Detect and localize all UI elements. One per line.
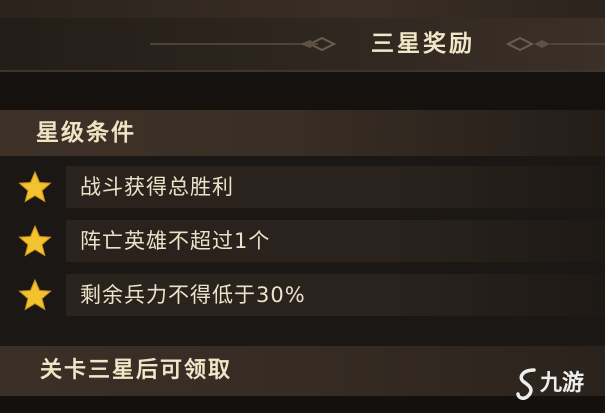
star-icon [18, 278, 52, 311]
top-band [0, 0, 605, 18]
conditions-title: 星级条件 [36, 120, 136, 146]
star-icon [18, 170, 52, 203]
watermark-swirl-icon [516, 368, 536, 400]
condition-label: 阵亡英雄不超过1个 [80, 229, 271, 253]
claim-hint-text: 关卡三星后可领取 [40, 358, 233, 383]
watermark-text: 九游 [540, 371, 585, 396]
condition-row: 阵亡英雄不超过1个 [0, 218, 605, 264]
condition-label: 战斗获得总胜利 [80, 175, 234, 199]
star-icon [18, 224, 52, 257]
reward-title: 三星奖励 [371, 31, 475, 57]
reward-header: 三星奖励 [0, 18, 605, 70]
watermark-logo: 九游 [512, 362, 602, 406]
header-ornament-icon [150, 36, 605, 52]
condition-label: 剩余兵力不得低于30% [80, 283, 306, 307]
condition-row: 剩余兵力不得低于30% [0, 272, 605, 318]
condition-cell: 剩余兵力不得低于30% [66, 274, 605, 316]
condition-row: 战斗获得总胜利 [0, 164, 605, 210]
spacer [0, 72, 605, 110]
condition-cell: 阵亡英雄不超过1个 [66, 220, 605, 262]
conditions-section-header: 星级条件 [0, 110, 605, 156]
condition-cell: 战斗获得总胜利 [66, 166, 605, 208]
